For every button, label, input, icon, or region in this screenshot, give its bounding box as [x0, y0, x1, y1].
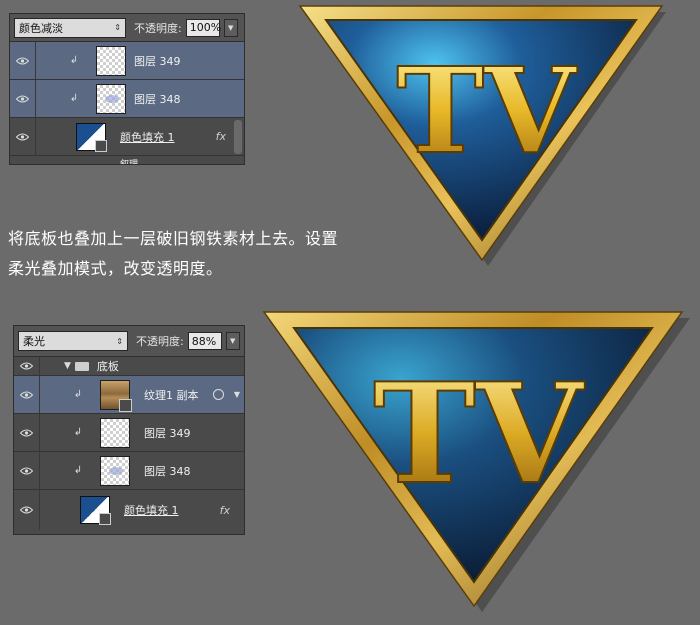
layer-row-color-fill[interactable]: 颜色填充 1 fx: [10, 118, 244, 156]
blend-mode-value: 柔光: [23, 335, 45, 348]
layer-name: 颜色填充 1: [124, 504, 179, 517]
visibility-eye-icon[interactable]: [14, 490, 40, 530]
layer-row-348[interactable]: ↲ 图层 348: [10, 80, 244, 118]
opacity-label: 不透明度:: [136, 335, 184, 348]
logo-text: TV: [373, 352, 586, 515]
layer-name: 图层 349: [144, 426, 191, 440]
layers-panel-bottom: 柔光 ⇕ 不透明度: 88% ▼ ▼ 底板 ↲ 纹理1 副本 ▼ ↲ 图层 34…: [13, 325, 245, 535]
layer-row-partial: 叙理: [10, 156, 244, 165]
group-row-base[interactable]: ▼ 底板: [14, 357, 244, 376]
layer-thumbnail: [100, 417, 130, 448]
blend-mode-select[interactable]: 柔光 ⇕: [18, 331, 128, 351]
layer-name: 纹理1 副本: [144, 388, 199, 402]
group-name: 底板: [96, 360, 119, 373]
scrollbar-thumb[interactable]: [234, 120, 242, 154]
layer-thumbnail: [96, 45, 126, 76]
visibility-eye-icon[interactable]: [14, 414, 40, 451]
layer-row-color-fill[interactable]: 颜色填充 1 fx: [14, 490, 244, 530]
layer-row-349[interactable]: ↲ 图层 349: [10, 42, 244, 80]
logo-text: TV: [396, 41, 578, 180]
opacity-dropdown-button[interactable]: ▼: [223, 18, 238, 37]
layer-row-349[interactable]: ↲ 图层 349: [14, 414, 244, 452]
tv-logo-bottom: TV: [262, 311, 690, 612]
blend-mode-value: 颜色减淡: [19, 21, 63, 35]
clipping-arrow-icon: ↲: [69, 55, 79, 66]
visibility-eye-icon[interactable]: [14, 452, 40, 489]
opacity-input[interactable]: 100%: [185, 18, 222, 37]
fx-icon[interactable]: fx: [216, 130, 226, 143]
layer-name: 图层 348: [144, 464, 191, 478]
blend-mode-select[interactable]: 颜色减淡 ⇕: [14, 17, 126, 38]
opacity-label: 不透明度:: [134, 21, 182, 35]
opacity-dropdown-button[interactable]: ▼: [225, 332, 240, 350]
thumbnail-shape: [105, 94, 119, 103]
visibility-eye-icon[interactable]: [10, 80, 36, 117]
mask-icon: [99, 513, 111, 525]
chevron-updown-icon: ⇕: [114, 23, 121, 32]
panel-toolbar: 柔光 ⇕ 不透明度: 88% ▼: [14, 326, 244, 357]
mask-icon: [95, 139, 107, 152]
layers-panel-top: 颜色减淡 ⇕ 不透明度: 100% ▼ ↲ 图层 349 ↲ 图层 348 颜色…: [9, 13, 245, 165]
layer-thumbnail: [96, 83, 126, 114]
folder-icon: [74, 361, 89, 371]
clipping-arrow-icon: ↲: [73, 465, 83, 476]
thumbnail-shape: [109, 466, 123, 475]
panel-toolbar: 颜色减淡 ⇕ 不透明度: 100% ▼: [10, 14, 244, 42]
fx-icon[interactable]: fx: [220, 504, 230, 517]
visibility-eye-icon[interactable]: [10, 42, 36, 79]
tv-logo-top: TV: [298, 5, 666, 266]
visibility-eye-icon[interactable]: [10, 118, 36, 155]
chevron-updown-icon: ⇕: [116, 336, 123, 346]
layer-name: 颜色填充 1: [120, 130, 175, 144]
visibility-eye-icon[interactable]: [14, 376, 40, 413]
opacity-value: 88%: [191, 334, 217, 348]
layer-name: 图层 349: [134, 54, 181, 68]
smart-object-icon: [119, 398, 132, 412]
texture-thumbnail: [100, 379, 132, 412]
clipping-arrow-icon: ↲: [69, 93, 79, 104]
layer-row-348[interactable]: ↲ 图层 348: [14, 452, 244, 490]
clipping-arrow-icon: ↲: [73, 389, 83, 400]
smart-filter-icon: [213, 389, 224, 400]
visibility-eye-icon[interactable]: [14, 357, 40, 375]
fill-thumbnail: [80, 496, 111, 525]
clipping-arrow-icon: ↲: [73, 427, 83, 438]
opacity-value: 100%: [189, 21, 222, 34]
fill-thumbnail: [76, 122, 107, 152]
layer-row-texture-copy[interactable]: ↲ 纹理1 副本 ▼: [14, 376, 244, 414]
layer-thumbnail: [100, 455, 130, 486]
layer-name: 图层 348: [134, 92, 181, 106]
chevron-down-icon[interactable]: ▼: [234, 390, 240, 399]
opacity-input[interactable]: 88%: [187, 332, 222, 350]
layer-name: 叙理: [120, 160, 139, 165]
expand-triangle-icon[interactable]: ▼: [64, 361, 71, 371]
